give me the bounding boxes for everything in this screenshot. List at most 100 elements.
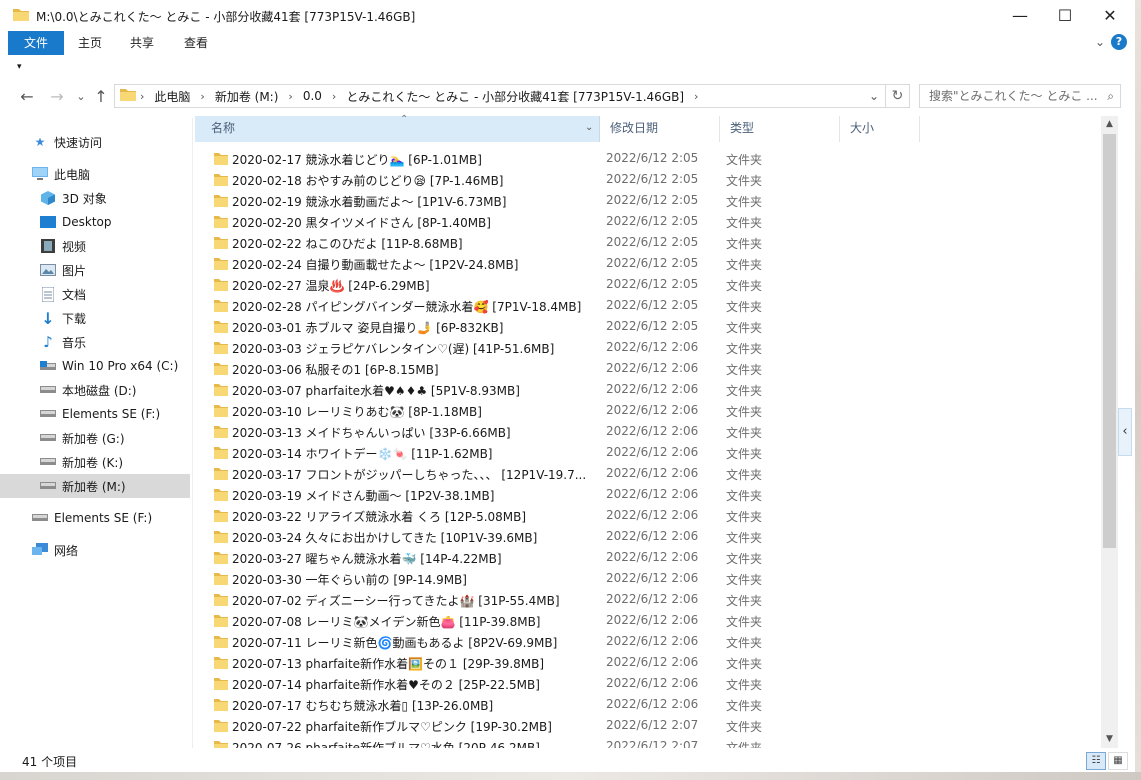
sidebar-item-videos[interactable]: 视频	[0, 234, 190, 258]
sidebar-item-pictures[interactable]: 图片	[0, 258, 190, 282]
pane-divider[interactable]	[192, 118, 193, 748]
up-button[interactable]: ↑	[91, 87, 111, 107]
breadcrumb-folder-0-0[interactable]: 0.0	[297, 89, 328, 103]
file-name: 2020-03-17 フロントがジッパーしちゃった、、、 [12P1V-19.7…	[232, 468, 587, 482]
table-row[interactable]: 2020-02-27 温泉♨️ [24P-6.29MB] 2022/6/12 2:…	[195, 274, 1101, 295]
table-row[interactable]: 2020-07-13 pharfaite新作水着🖼️その１ [29P-39.8M…	[195, 652, 1101, 673]
sidebar-item-music[interactable]: ♪ 音乐	[0, 330, 190, 354]
address-bar[interactable]: › 此电脑 › 新加卷 (M:) › 0.0 › とみこれくた〜 とみこ - 小…	[114, 84, 886, 108]
forward-button[interactable]: →	[47, 87, 67, 107]
address-dropdown-icon[interactable]: ⌄	[869, 89, 879, 103]
table-row[interactable]: 2020-03-03 ジェラピケバレンタイン♡(遅) [41P-51.6MB] 2…	[195, 337, 1101, 358]
search-input[interactable]: 搜索"とみこれくた〜 とみこ ... ⌕	[919, 84, 1121, 108]
preview-pane-toggle[interactable]: ‹	[1118, 408, 1132, 456]
ribbon-expand-icon[interactable]: ⌄	[1095, 35, 1105, 49]
table-row[interactable]: 2020-02-22 ねこのひだよ [11P-8.68MB] 2022/6/12 …	[195, 232, 1101, 253]
scrollbar-thumb[interactable]	[1103, 134, 1116, 548]
cube-icon	[40, 190, 56, 206]
table-row[interactable]: 2020-02-17 競泳水着じどり🏊‍♀️ [6P-1.01MB] 2022/6…	[195, 148, 1101, 169]
table-row[interactable]: 2020-03-19 メイドさん動画〜 [1P2V-38.1MB] 2022/6/…	[195, 484, 1101, 505]
sidebar-item-label: 新加卷 (M:)	[62, 479, 126, 494]
table-row[interactable]: 2020-07-26 pharfaite新作ブルマ♡水色 [20P-46.2MB…	[195, 736, 1101, 748]
table-row[interactable]: 2020-03-06 私服その1 [6P-8.15MB] 2022/6/12 2:…	[195, 358, 1101, 379]
file-list: 2020-02-17 競泳水着じどり🏊‍♀️ [6P-1.01MB] 2022/6…	[195, 148, 1101, 748]
sidebar-item-drive-d[interactable]: 本地磁盘 (D:)	[0, 378, 190, 402]
sidebar-item-drive-g[interactable]: 新加卷 (G:)	[0, 426, 190, 450]
table-row[interactable]: 2020-03-22 リアライズ競泳水着 くろ [12P-5.08MB] 2022…	[195, 505, 1101, 526]
recent-locations-button[interactable]: ⌄	[71, 87, 91, 107]
vertical-scrollbar[interactable]: ▲ ▼	[1101, 116, 1118, 748]
title-bar: M:\0.0\とみこれくた〜 とみこ - 小部分收藏41套 [773P15V-1…	[0, 0, 1135, 31]
close-button[interactable]: ✕	[1087, 0, 1133, 31]
table-row[interactable]: 2020-02-19 競泳水着動画だよ〜 [1P1V-6.73MB] 2022/6…	[195, 190, 1101, 211]
sidebar-item-drive-m[interactable]: 新加卷 (M:)	[0, 474, 190, 498]
table-row[interactable]: 2020-07-08 レーリミ🐼メイデン新色👛 [11P-39.8MB] 2022…	[195, 610, 1101, 631]
tab-file[interactable]: 文件	[8, 31, 64, 55]
table-row[interactable]: 2020-07-11 レーリミ新色🌀動画もあるよ [8P2V-69.9MB] 20…	[195, 631, 1101, 652]
table-row[interactable]: 2020-02-18 おやすみ前のじどり😪 [7P-1.46MB] 2022/6/…	[195, 169, 1101, 190]
table-row[interactable]: 2020-03-17 フロントがジッパーしちゃった、、、 [12P1V-19.7…	[195, 463, 1101, 484]
details-view-icon[interactable]: ☷	[1086, 752, 1106, 770]
sidebar-item-drive-f[interactable]: Elements SE (F:)	[0, 402, 190, 426]
table-row[interactable]: 2020-02-20 黒タイツメイドさん [8P-1.40MB] 2022/6/1…	[195, 211, 1101, 232]
tab-home[interactable]: 主页	[70, 31, 110, 55]
sidebar-item-desktop[interactable]: Desktop	[0, 210, 190, 234]
file-name: 2020-03-24 久々にお出かけしてきた [10P1V-39.6MB]	[232, 531, 538, 545]
minimize-button[interactable]: —	[997, 0, 1043, 31]
breadcrumb-drive-m[interactable]: 新加卷 (M:)	[209, 88, 285, 105]
maximize-button[interactable]: ☐	[1042, 0, 1088, 31]
table-row[interactable]: 2020-07-17 むちむち競泳水着▯ [13P-26.0MB] 2022/6/…	[195, 694, 1101, 715]
table-row[interactable]: 2020-02-24 自撮り動画載せたよ〜 [1P2V-24.8MB] 2022/…	[195, 253, 1101, 274]
table-row[interactable]: 2020-03-27 曜ちゃん競泳水着🐳 [14P-4.22MB] 2022/6/…	[195, 547, 1101, 568]
table-row[interactable]: 2020-02-28 パイピングバインダー競泳水着🥰 [7P1V-18.4MB]…	[195, 295, 1101, 316]
breadcrumb-separator[interactable]: ›	[196, 90, 208, 103]
breadcrumb-this-pc[interactable]: 此电脑	[148, 88, 196, 105]
breadcrumb-separator[interactable]: ›	[690, 90, 702, 103]
column-type[interactable]: 类型	[720, 116, 840, 142]
table-row[interactable]: 2020-03-30 一年ぐらい前の [9P-14.9MB] 2022/6/12 …	[195, 568, 1101, 589]
breadcrumb-separator[interactable]: ›	[328, 90, 340, 103]
sidebar-item-drive-k[interactable]: 新加卷 (K:)	[0, 450, 190, 474]
tab-share[interactable]: 共享	[122, 31, 162, 55]
folder-icon	[214, 425, 228, 438]
desktop-background	[1135, 0, 1141, 772]
sidebar-item-elements-se[interactable]: Elements SE (F:)	[0, 506, 190, 530]
large-icons-view-icon[interactable]: ▦	[1108, 752, 1128, 770]
tab-view[interactable]: 查看	[176, 31, 216, 55]
file-modified-date: 2022/6/12 2:06	[606, 571, 699, 585]
table-row[interactable]: 2020-03-24 久々にお出かけしてきた [10P1V-39.6MB] 202…	[195, 526, 1101, 547]
help-icon[interactable]: ?	[1111, 34, 1127, 50]
refresh-button[interactable]: ↻	[886, 84, 910, 108]
scroll-down-icon[interactable]: ▼	[1101, 731, 1118, 748]
column-name[interactable]: 名称 ⌃ ⌄	[195, 114, 600, 142]
table-row[interactable]: 2020-07-14 pharfaite新作水着♥その２ [25P-22.5MB…	[195, 673, 1101, 694]
table-row[interactable]: 2020-03-01 赤ブルマ 姿見自撮り🤳 [6P-832KB] 2022/6/…	[195, 316, 1101, 337]
table-row[interactable]: 2020-03-10 レーリミりあむ🐼 [8P-1.18MB] 2022/6/12…	[195, 400, 1101, 421]
file-modified-date: 2022/6/12 2:06	[606, 676, 699, 690]
table-row[interactable]: 2020-07-22 pharfaite新作ブルマ♡ピンク [19P-30.2M…	[195, 715, 1101, 736]
table-row[interactable]: 2020-03-14 ホワイトデー❄️🍬 [11P-1.62MB] 2022/6/…	[195, 442, 1101, 463]
sidebar-item-label: 网络	[54, 543, 79, 558]
sidebar-item-this-pc[interactable]: 此电脑	[0, 162, 190, 186]
sidebar-item-quick-access[interactable]: ★ 快速访问	[0, 130, 190, 154]
back-button[interactable]: ←	[17, 87, 37, 107]
table-row[interactable]: 2020-03-07 pharfaite水着♥♠♦♣ [5P1V-8.93MB]…	[195, 379, 1101, 400]
quick-access-toolbar-icon[interactable]: ▾	[17, 62, 22, 72]
file-modified-date: 2022/6/12 2:07	[606, 739, 699, 748]
column-filter-dropdown-icon[interactable]: ⌄	[585, 116, 593, 140]
file-name: 2020-03-03 ジェラピケバレンタイン♡(遅) [41P-51.6MB]	[232, 342, 555, 356]
sidebar-item-documents[interactable]: 文档	[0, 282, 190, 306]
sidebar-item-drive-c[interactable]: Win 10 Pro x64 (C:)	[0, 354, 190, 378]
column-date[interactable]: 修改日期	[600, 116, 720, 142]
file-name: 2020-03-01 赤ブルマ 姿見自撮り🤳 [6P-832KB]	[232, 321, 504, 335]
sidebar-item-network[interactable]: 网络	[0, 538, 190, 562]
sidebar-item-downloads[interactable]: ↓ 下载	[0, 306, 190, 330]
sidebar-item-3d-objects[interactable]: 3D 对象	[0, 186, 190, 210]
column-size[interactable]: 大小	[840, 116, 920, 142]
table-row[interactable]: 2020-03-13 メイドちゃんいっぱい [33P-6.66MB] 2022/6…	[195, 421, 1101, 442]
breadcrumb-separator[interactable]: ›	[284, 90, 296, 103]
breadcrumb-current-folder[interactable]: とみこれくた〜 とみこ - 小部分收藏41套 [773P15V-1.46GB]	[340, 88, 690, 105]
table-row[interactable]: 2020-07-02 ディズニーシー行ってきたよ🏰 [31P-55.4MB] 20…	[195, 589, 1101, 610]
scroll-up-icon[interactable]: ▲	[1101, 116, 1118, 133]
breadcrumb-separator: ›	[140, 89, 145, 103]
